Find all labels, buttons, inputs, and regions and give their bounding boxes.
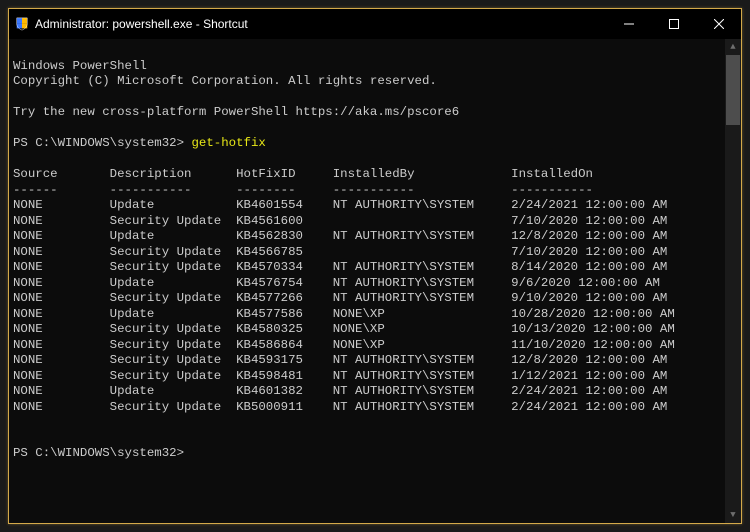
banner-line: Windows PowerShell [13, 59, 147, 73]
powershell-window: Administrator: powershell.exe - Shortcut… [8, 8, 742, 524]
banner-line: Try the new cross-platform PowerShell ht… [13, 105, 459, 119]
prompt-path: PS C:\WINDOWS\system32> [13, 446, 191, 460]
title-left: Administrator: powershell.exe - Shortcut [9, 17, 606, 31]
table-rows: NONE Update KB4601554 NT AUTHORITY\SYSTE… [13, 198, 741, 415]
terminal-content: Windows PowerShell Copyright (C) Microso… [13, 43, 741, 462]
window-controls [606, 9, 741, 39]
titlebar[interactable]: Administrator: powershell.exe - Shortcut [9, 9, 741, 39]
scroll-down-arrow-icon[interactable]: ▼ [725, 507, 741, 523]
prompt-path: PS C:\WINDOWS\system32> [13, 136, 191, 150]
scroll-thumb[interactable] [726, 55, 740, 125]
table-separator-row: ------ ----------- -------- ----------- … [13, 183, 593, 197]
table-header-row: Source Description HotFixID InstalledBy … [13, 167, 593, 181]
minimize-button[interactable] [606, 9, 651, 39]
command-text: get-hotfix [191, 136, 265, 150]
vertical-scrollbar[interactable]: ▲ ▼ [725, 39, 741, 523]
shield-icon [15, 17, 29, 31]
scroll-up-arrow-icon[interactable]: ▲ [725, 39, 741, 55]
close-button[interactable] [696, 9, 741, 39]
maximize-button[interactable] [651, 9, 696, 39]
banner-line: Copyright (C) Microsoft Corporation. All… [13, 74, 437, 88]
window-title: Administrator: powershell.exe - Shortcut [35, 17, 248, 31]
terminal-area[interactable]: Windows PowerShell Copyright (C) Microso… [9, 39, 741, 523]
